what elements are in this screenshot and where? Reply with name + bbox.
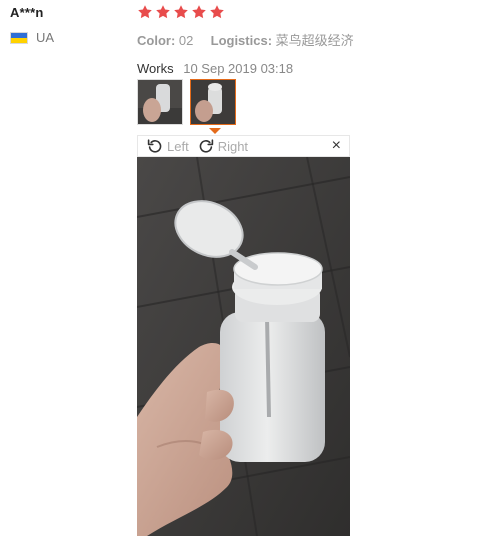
- order-info: Color: 02 Logistics: 菜鸟超级经济: [137, 30, 477, 49]
- close-viewer-button[interactable]: ×: [332, 138, 341, 154]
- star-icon: [192, 5, 206, 19]
- buyer-country: UA: [10, 30, 54, 45]
- star-icon: [174, 5, 188, 19]
- selected-thumbnail-pointer: [209, 128, 221, 134]
- photo-viewer-toolbar: Left Right ×: [137, 135, 350, 157]
- review-photo-large: [137, 157, 350, 536]
- bottle-photo: [137, 157, 350, 536]
- country-code: UA: [36, 30, 55, 45]
- buyer-info: A***n UA: [10, 5, 54, 45]
- rotate-left-icon: [147, 139, 162, 153]
- star-icon: [210, 5, 224, 19]
- review-photo-thumbnail[interactable]: [137, 79, 183, 125]
- rotate-right-button[interactable]: Right: [189, 138, 248, 154]
- rotate-left-label: Left: [167, 138, 189, 154]
- rotate-right-icon: [199, 139, 213, 153]
- feedback-line: Works 10 Sep 2019 03:18: [137, 61, 477, 76]
- color-value: 02: [178, 33, 194, 48]
- feedback-text: Works: [137, 61, 174, 76]
- star-icon: [138, 5, 152, 19]
- buyer-name: A***n: [10, 5, 44, 20]
- review-date: 10 Sep 2019 03:18: [183, 61, 294, 76]
- rotate-right-label: Right: [217, 138, 249, 154]
- rotate-left-button[interactable]: Left: [138, 138, 189, 154]
- logistics-label: Logistics:: [210, 33, 273, 48]
- review-details: Color: 02 Logistics: 菜鸟超级经济 Works 10 Sep…: [137, 4, 477, 76]
- star-icon: [156, 5, 170, 19]
- color-label: Color:: [137, 33, 176, 48]
- ukraine-flag-icon: [10, 31, 28, 44]
- star-rating: [137, 4, 477, 22]
- photo-thumbnails: [137, 79, 236, 125]
- review-photo-thumbnail-selected[interactable]: [190, 79, 236, 125]
- logistics-value: 菜鸟超级经济: [275, 33, 354, 48]
